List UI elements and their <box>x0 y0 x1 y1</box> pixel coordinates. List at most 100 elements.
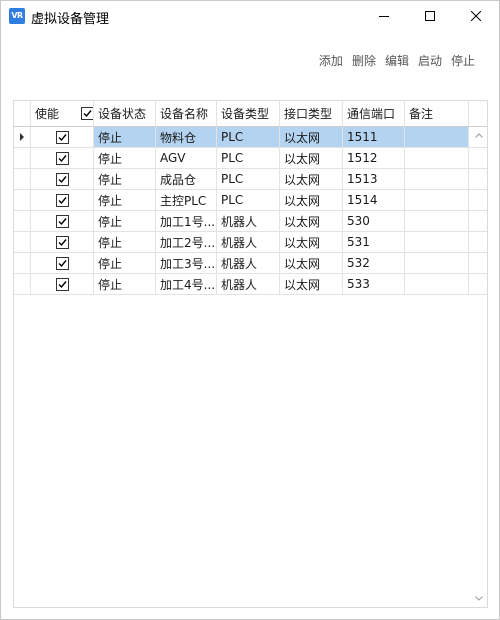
cell-type[interactable]: PLC <box>217 190 280 210</box>
cell-port[interactable]: 1514 <box>343 190 405 210</box>
cell-remark[interactable] <box>405 148 469 168</box>
cell-name[interactable]: 加工1号... <box>156 211 217 231</box>
scroll-down-button[interactable] <box>470 590 487 607</box>
cell-remark[interactable] <box>405 211 469 231</box>
row-header[interactable] <box>14 127 31 147</box>
cell-interface[interactable]: 以太网 <box>280 169 343 189</box>
cell-enable <box>31 169 94 189</box>
cell-interface[interactable]: 以太网 <box>280 127 343 147</box>
row-header[interactable] <box>14 148 31 168</box>
scroll-up-button[interactable] <box>470 127 487 144</box>
cell-remark[interactable] <box>405 274 469 294</box>
cell-status[interactable]: 停止 <box>94 274 156 294</box>
column-header-interface[interactable]: 接口类型 <box>280 101 343 126</box>
cell-port[interactable]: 1512 <box>343 148 405 168</box>
table-row[interactable]: 停止 主控PLC PLC 以太网 1514 <box>14 190 487 211</box>
chevron-down-icon <box>474 596 483 601</box>
cell-remark[interactable] <box>405 232 469 252</box>
cell-name[interactable]: AGV <box>156 148 217 168</box>
enable-checkbox[interactable] <box>55 193 69 207</box>
edit-button[interactable]: 编辑 <box>385 52 409 69</box>
enable-checkbox[interactable] <box>55 256 69 270</box>
cell-port[interactable]: 533 <box>343 274 405 294</box>
cell-interface[interactable]: 以太网 <box>280 190 343 210</box>
cell-status[interactable]: 停止 <box>94 232 156 252</box>
cell-status[interactable]: 停止 <box>94 211 156 231</box>
table-row[interactable]: 停止 加工3号... 机器人 以太网 532 <box>14 253 487 274</box>
enable-checkbox[interactable] <box>55 214 69 228</box>
enable-checkbox[interactable] <box>55 172 69 186</box>
cell-name[interactable]: 物料仓 <box>156 127 217 147</box>
cell-type[interactable]: 机器人 <box>217 274 280 294</box>
enable-checkbox[interactable] <box>55 151 69 165</box>
maximize-button[interactable] <box>407 1 453 31</box>
cell-remark[interactable] <box>405 169 469 189</box>
table-row[interactable]: 停止 成品仓 PLC 以太网 1513 <box>14 169 487 190</box>
cell-enable <box>31 253 94 273</box>
row-header[interactable] <box>14 274 31 294</box>
cell-interface[interactable]: 以太网 <box>280 253 343 273</box>
table-row[interactable]: 停止 物料仓 PLC 以太网 1511 <box>14 127 487 148</box>
cell-name[interactable]: 主控PLC <box>156 190 217 210</box>
cell-port[interactable]: 1513 <box>343 169 405 189</box>
title-bar[interactable]: VR 虚拟设备管理 <box>1 1 499 31</box>
stop-button[interactable]: 停止 <box>451 52 475 69</box>
cell-type[interactable]: PLC <box>217 148 280 168</box>
row-header[interactable] <box>14 232 31 252</box>
cell-enable <box>31 190 94 210</box>
cell-port[interactable]: 530 <box>343 211 405 231</box>
cell-status[interactable]: 停止 <box>94 190 156 210</box>
delete-button[interactable]: 删除 <box>352 52 376 69</box>
table-row[interactable]: 停止 加工4号... 机器人 以太网 533 <box>14 274 487 295</box>
row-header[interactable] <box>14 211 31 231</box>
cell-type[interactable]: 机器人 <box>217 232 280 252</box>
column-header-remark[interactable]: 备注 <box>405 101 469 126</box>
table-row[interactable]: 停止 AGV PLC 以太网 1512 <box>14 148 487 169</box>
column-header-type[interactable]: 设备类型 <box>217 101 280 126</box>
cell-name[interactable]: 加工3号... <box>156 253 217 273</box>
cell-interface[interactable]: 以太网 <box>280 274 343 294</box>
cell-port[interactable]: 532 <box>343 253 405 273</box>
close-button[interactable] <box>453 1 499 31</box>
cell-remark[interactable] <box>405 127 469 147</box>
table-row[interactable]: 停止 加工2号... 机器人 以太网 531 <box>14 232 487 253</box>
minimize-button[interactable] <box>361 1 407 31</box>
device-grid[interactable]: 使能 设备状态 设备名称 设备类型 接口类型 通信端口 备注 停止 物料仓 PLC 以… <box>13 100 488 608</box>
row-header[interactable] <box>14 253 31 273</box>
check-icon <box>58 196 67 204</box>
vertical-scrollbar[interactable] <box>470 127 487 607</box>
cell-interface[interactable]: 以太网 <box>280 148 343 168</box>
cell-type[interactable]: 机器人 <box>217 211 280 231</box>
enable-checkbox[interactable] <box>55 277 69 291</box>
cell-port[interactable]: 531 <box>343 232 405 252</box>
row-header[interactable] <box>14 169 31 189</box>
cell-name[interactable]: 加工2号... <box>156 232 217 252</box>
column-header-status[interactable]: 设备状态 <box>94 101 156 126</box>
cell-status[interactable]: 停止 <box>94 253 156 273</box>
column-header-port[interactable]: 通信端口 <box>343 101 405 126</box>
row-header[interactable] <box>14 190 31 210</box>
cell-name[interactable]: 成品仓 <box>156 169 217 189</box>
cell-type[interactable]: 机器人 <box>217 253 280 273</box>
enable-checkbox[interactable] <box>55 235 69 249</box>
column-header-enable[interactable]: 使能 <box>31 101 94 126</box>
enable-checkbox[interactable] <box>55 130 69 144</box>
select-all-checkbox[interactable] <box>81 107 93 120</box>
cell-port[interactable]: 1511 <box>343 127 405 147</box>
add-button[interactable]: 添加 <box>319 52 343 69</box>
column-header-name[interactable]: 设备名称 <box>156 101 217 126</box>
start-button[interactable]: 启动 <box>418 52 442 69</box>
cell-interface[interactable]: 以太网 <box>280 232 343 252</box>
cell-status[interactable]: 停止 <box>94 169 156 189</box>
cell-name[interactable]: 加工4号... <box>156 274 217 294</box>
cell-enable <box>31 127 94 147</box>
cell-remark[interactable] <box>405 253 469 273</box>
cell-type[interactable]: PLC <box>217 127 280 147</box>
cell-enable <box>31 232 94 252</box>
table-row[interactable]: 停止 加工1号... 机器人 以太网 530 <box>14 211 487 232</box>
cell-status[interactable]: 停止 <box>94 127 156 147</box>
cell-interface[interactable]: 以太网 <box>280 211 343 231</box>
cell-type[interactable]: PLC <box>217 169 280 189</box>
cell-remark[interactable] <box>405 190 469 210</box>
cell-status[interactable]: 停止 <box>94 148 156 168</box>
